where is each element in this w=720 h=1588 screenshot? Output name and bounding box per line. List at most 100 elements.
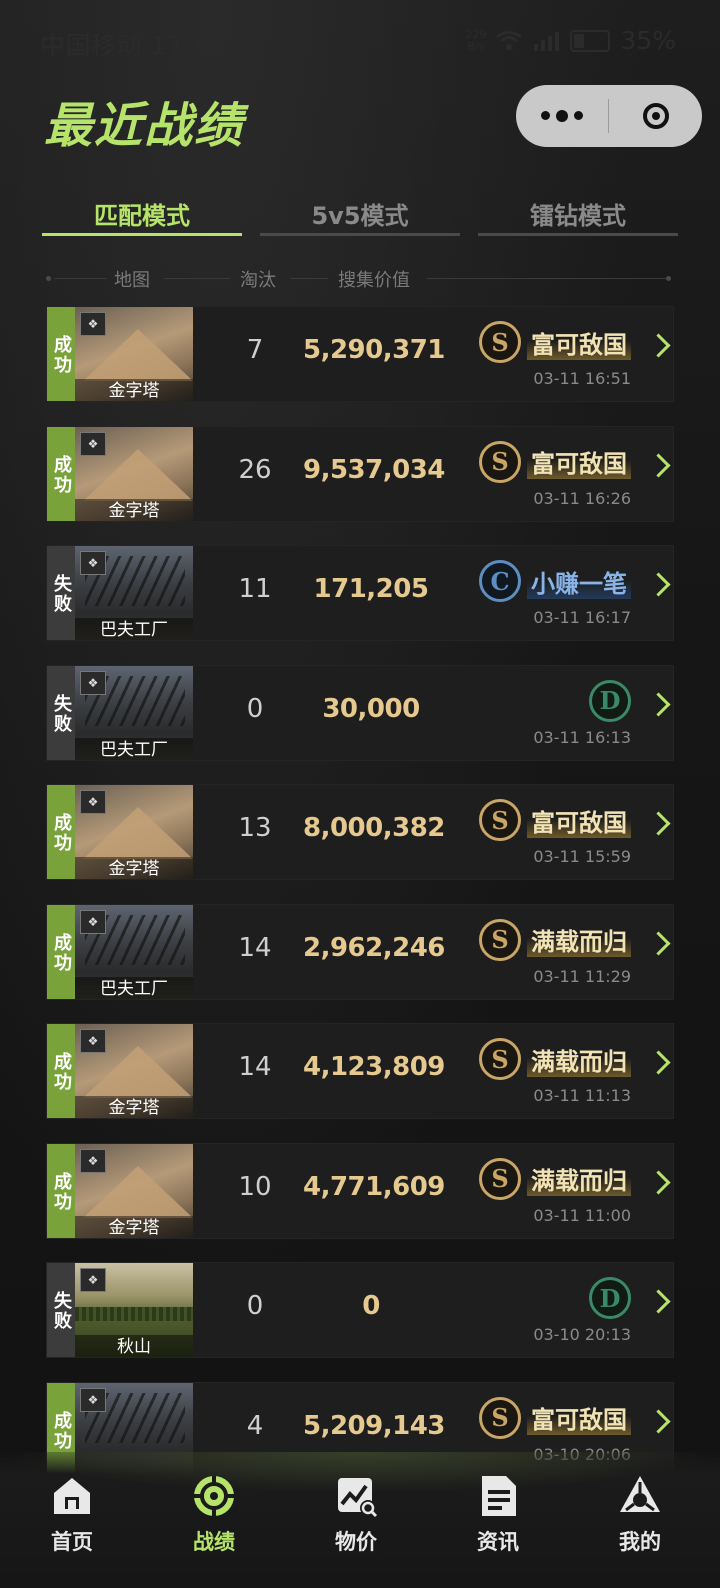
nav-news-label: 资讯 xyxy=(477,1530,519,1554)
chevron-right-icon[interactable] xyxy=(646,1408,671,1434)
eliminations-value: 10 xyxy=(238,1171,272,1202)
header-line xyxy=(290,278,328,279)
map-name: 巴夫工厂 xyxy=(75,737,193,760)
map-name: 秋山 xyxy=(75,1335,193,1357)
record-row[interactable]: 成功 ❖ 巴夫工厂 14 2,962,246 S 满载而归 03-11 11:29 xyxy=(46,903,674,1000)
map-thumbnail: ❖ 金字塔 xyxy=(75,1024,193,1118)
map-emblem-icon: ❖ xyxy=(80,312,106,336)
result-label: 成功 xyxy=(51,1410,72,1451)
map-thumbnail: ❖ 金字塔 xyxy=(75,1143,193,1238)
map-thumbnail: ❖ 秋山 xyxy=(75,1263,193,1357)
rating-badge: S 满载而归 xyxy=(479,1156,631,1202)
chevron-right-icon[interactable] xyxy=(646,572,671,597)
rating-badge: D xyxy=(589,1275,631,1321)
chevron-right-icon[interactable] xyxy=(646,1289,671,1314)
chevron-right-icon[interactable] xyxy=(646,1050,671,1075)
nav-home[interactable]: 首页 xyxy=(12,1474,132,1556)
header-line xyxy=(164,278,230,279)
header-line xyxy=(426,278,666,279)
more-icon[interactable] xyxy=(516,109,608,122)
eliminations-value: 0 xyxy=(246,693,264,724)
eliminations-value: 7 xyxy=(246,335,264,365)
record-row[interactable]: 成功 ❖ 金字塔 10 4,771,609 S 满载而归 03-11 11:00 xyxy=(46,1142,674,1239)
map-emblem-icon: ❖ xyxy=(80,431,106,456)
chevron-right-icon[interactable] xyxy=(646,691,671,717)
news-icon xyxy=(476,1474,520,1518)
result-label: 失败 xyxy=(51,693,72,734)
map-emblem-icon: ❖ xyxy=(80,670,106,695)
record-time: 03-11 11:00 xyxy=(533,1205,631,1225)
battery-percent: 35% xyxy=(620,26,676,55)
carrier-time: 中国移动 17:37 xyxy=(40,31,225,60)
eliminations-value: 13 xyxy=(238,813,272,843)
rating-title: 满载而归 xyxy=(527,1041,631,1077)
chevron-right-icon[interactable] xyxy=(646,930,671,956)
home-icon xyxy=(50,1474,94,1518)
wifi-icon xyxy=(496,30,523,50)
result-tag: 成功 xyxy=(47,904,75,999)
result-label: 成功 xyxy=(51,335,72,375)
nav-price-label: 物价 xyxy=(335,1530,377,1554)
header-dot xyxy=(666,276,671,281)
record-row[interactable]: 成功 ❖ 金字塔 13 8,000,382 S 富可敌国 03-11 15:59 xyxy=(46,784,674,880)
result-tag: 成功 xyxy=(47,1143,75,1238)
rating-badge: S 富可敌国 xyxy=(479,439,631,485)
rating-badge: D xyxy=(589,678,631,724)
grade-s-icon: S xyxy=(479,321,521,363)
tab-diamond-mode[interactable]: 镭钻模式 xyxy=(478,190,678,236)
result-tag: 失败 xyxy=(47,546,75,640)
profile-icon xyxy=(618,1474,662,1518)
rating-badge: S 富可敌国 xyxy=(479,797,631,843)
chevron-right-icon[interactable] xyxy=(646,333,671,358)
chevron-right-icon[interactable] xyxy=(646,811,671,836)
rating-badge: S 富可敌国 xyxy=(479,319,631,365)
result-tag: 失败 xyxy=(47,1263,75,1357)
record-row[interactable]: 失败 ❖ 巴夫工厂 11 171,205 C 小赚一笔 03-11 16:17 xyxy=(46,545,674,641)
eliminations-value: 26 xyxy=(238,454,272,485)
map-thumbnail: ❖ 巴夫工厂 xyxy=(75,665,193,760)
record-row[interactable]: 失败 ❖ 秋山 0 0 D 03-10 20:13 xyxy=(46,1262,674,1358)
record-time: 03-10 20:13 xyxy=(533,1325,631,1344)
grade-s-icon: S xyxy=(479,1157,521,1200)
nav-profile[interactable]: 我的 xyxy=(580,1474,700,1556)
nav-news[interactable]: 资讯 xyxy=(438,1474,558,1556)
column-value: 搜集价值 xyxy=(338,270,410,291)
chevron-right-icon[interactable] xyxy=(646,452,671,478)
collected-value: 9,537,034 xyxy=(303,454,445,485)
record-row[interactable]: 失败 ❖ 巴夫工厂 0 30,000 D 03-11 16:13 xyxy=(46,664,674,761)
page-title: 最近战绩 xyxy=(44,98,245,154)
rating-badge: S 满载而归 xyxy=(479,917,631,963)
record-row[interactable]: 成功 ❖ 金字塔 26 9,537,034 S 富可敌国 03-11 16:26 xyxy=(46,425,674,522)
collected-value: 4,123,809 xyxy=(303,1052,445,1082)
record-time: 03-11 11:29 xyxy=(533,966,631,986)
eliminations-value: 14 xyxy=(238,932,272,963)
map-emblem-icon: ❖ xyxy=(80,1268,106,1292)
close-icon[interactable] xyxy=(609,103,702,129)
map-thumbnail: ❖ 巴夫工厂 xyxy=(75,546,193,640)
tab-match-mode[interactable]: 匹配模式 xyxy=(42,190,242,236)
grade-s-icon: S xyxy=(479,1038,521,1080)
record-time: 03-11 16:51 xyxy=(533,369,631,388)
chevron-right-icon[interactable] xyxy=(646,1169,671,1195)
map-thumbnail: ❖ 金字塔 xyxy=(75,426,193,521)
net-speed-value: 229 xyxy=(465,27,487,41)
status-icons: 229 B/s 35% xyxy=(465,26,676,55)
rating-title: 满载而归 xyxy=(527,922,631,957)
collected-value: 2,962,246 xyxy=(303,932,445,963)
result-tag: 失败 xyxy=(47,665,75,760)
map-emblem-icon: ❖ xyxy=(80,1387,106,1412)
nav-records[interactable]: 战绩 xyxy=(154,1474,274,1556)
map-thumbnail: ❖ 金字塔 xyxy=(75,307,193,401)
nav-price[interactable]: 物价 xyxy=(296,1474,416,1556)
rating-title: 富可敌国 xyxy=(527,802,631,838)
tab-5v5-mode[interactable]: 5v5模式 xyxy=(260,190,460,236)
rating-title: 富可敌国 xyxy=(527,1400,631,1435)
net-speed: 229 B/s xyxy=(465,27,487,53)
rating-badge: S 富可敌国 xyxy=(479,1395,631,1441)
record-row[interactable]: 成功 ❖ 金字塔 7 5,290,371 S 富可敌国 03-11 16:51 xyxy=(46,306,674,402)
record-row[interactable]: 成功 ❖ 金字塔 14 4,123,809 S 满载而归 03-11 11:13 xyxy=(46,1023,674,1119)
header: 最近战绩 xyxy=(0,80,720,160)
map-name: 金字塔 xyxy=(75,498,193,521)
result-label: 成功 xyxy=(51,454,72,495)
map-thumbnail: ❖ 巴夫工厂 xyxy=(75,904,193,999)
